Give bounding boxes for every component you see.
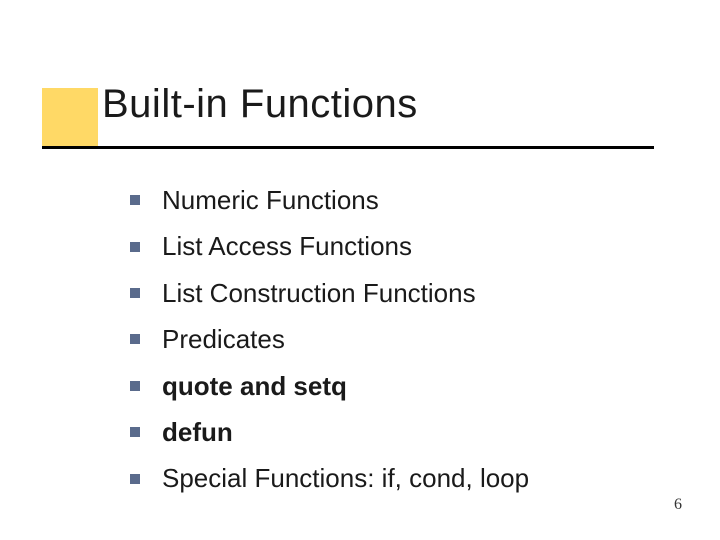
- bullet-text: Special Functions: if, cond, loop: [162, 460, 529, 496]
- list-item: Special Functions: if, cond, loop: [130, 460, 670, 496]
- list-item: quote and setq: [130, 368, 670, 404]
- bullet-text: List Access Functions: [162, 228, 412, 264]
- bullet-icon: [130, 381, 140, 391]
- page-number: 6: [674, 496, 682, 514]
- bullet-text: defun: [162, 414, 233, 450]
- bullet-icon: [130, 242, 140, 252]
- bullet-icon: [130, 474, 140, 484]
- list-item: List Access Functions: [130, 228, 670, 264]
- list-item: Numeric Functions: [130, 182, 670, 218]
- bullet-text: quote and setq: [162, 368, 347, 404]
- bullet-text: Predicates: [162, 321, 285, 357]
- bullet-icon: [130, 195, 140, 205]
- slide: Built-in Functions Numeric Functions Lis…: [0, 0, 720, 540]
- list-item: List Construction Functions: [130, 275, 670, 311]
- bullet-text: Numeric Functions: [162, 182, 379, 218]
- bullet-icon: [130, 427, 140, 437]
- title-underline: [42, 146, 654, 149]
- list-item: defun: [130, 414, 670, 450]
- accent-box: [42, 88, 98, 146]
- bullet-icon: [130, 334, 140, 344]
- bullet-list: Numeric Functions List Access Functions …: [130, 182, 670, 507]
- slide-title: Built-in Functions: [102, 82, 418, 127]
- bullet-icon: [130, 288, 140, 298]
- bullet-text: List Construction Functions: [162, 275, 476, 311]
- list-item: Predicates: [130, 321, 670, 357]
